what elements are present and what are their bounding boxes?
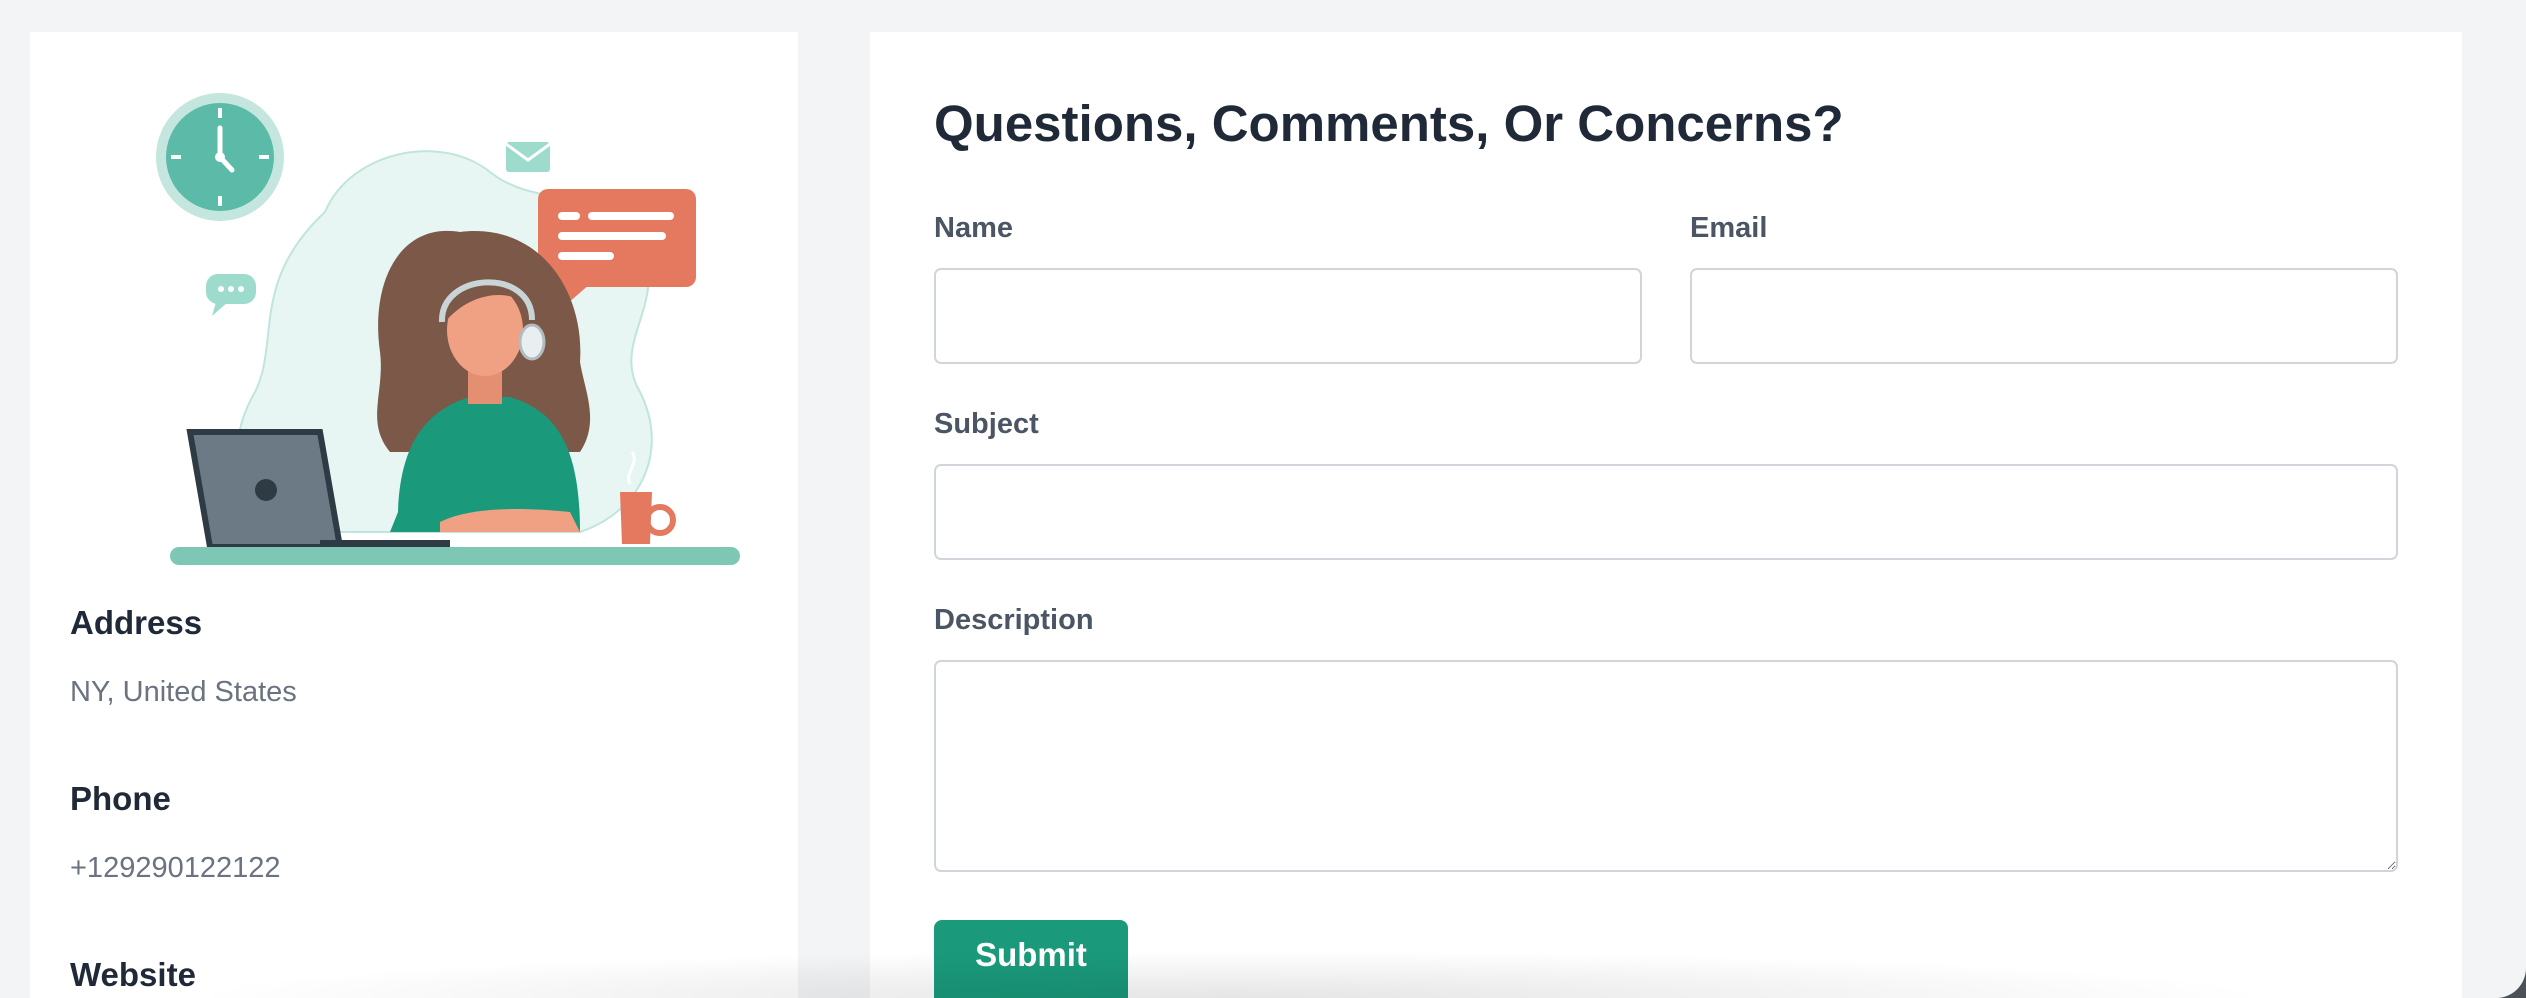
address-label: Address (70, 604, 203, 641)
contact-form-card: Questions, Comments, Or Concerns? Name E… (870, 32, 2462, 998)
contact-info-card: Address NY, United States Phone +1292901… (30, 32, 798, 998)
subject-input[interactable] (934, 464, 2398, 560)
clock-icon (156, 93, 284, 221)
name-label: Name (934, 212, 1013, 244)
form-title: Questions, Comments, Or Concerns? (934, 95, 1844, 152)
customer-support-illustration (156, 93, 740, 565)
submit-button[interactable]: Submit (934, 920, 1128, 998)
name-input[interactable] (934, 268, 1642, 364)
website-label: Website (70, 956, 196, 993)
phone-label: Phone (70, 780, 171, 817)
contact-page: Address NY, United States Phone +1292901… (0, 0, 2526, 998)
phone-value: +129290122122 (70, 852, 281, 884)
subject-label: Subject (934, 408, 1039, 440)
window-corner (2492, 930, 2526, 998)
description-label: Description (934, 604, 1094, 636)
mail-icon (505, 142, 551, 172)
email-label: Email (1690, 212, 1768, 244)
desk (170, 547, 740, 565)
address-value: NY, United States (70, 676, 297, 708)
description-textarea[interactable] (934, 660, 2398, 872)
small-chat-icon (206, 274, 256, 316)
email-input[interactable] (1690, 268, 2398, 364)
